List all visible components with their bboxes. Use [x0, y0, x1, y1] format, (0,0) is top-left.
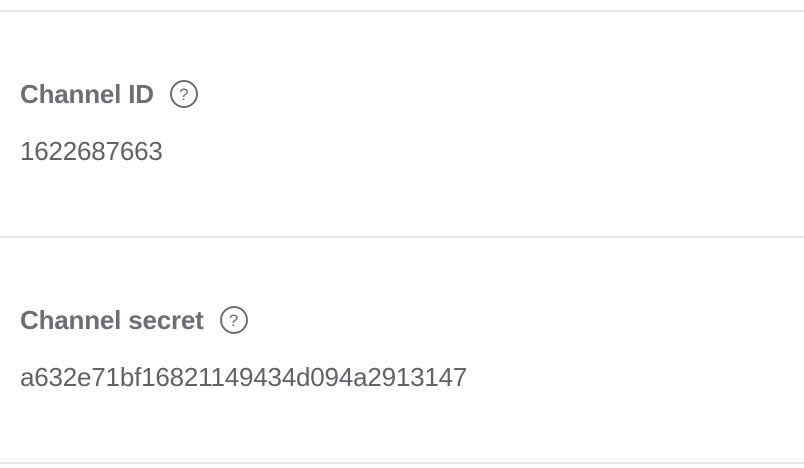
divider-middle	[0, 236, 804, 238]
channel-secret-value: a632e71bf16821149434d094a2913147	[20, 362, 468, 392]
channel-secret-label: Channel secret	[20, 305, 204, 335]
channel-settings-panel: Channel ID ? 1622687663 Channel secret ?…	[0, 0, 804, 468]
channel-secret-label-row: Channel secret ?	[20, 302, 780, 338]
question-circle-icon[interactable]: ?	[219, 306, 248, 334]
help-glyph: ?	[228, 310, 239, 330]
channel-id-section: Channel ID ? 1622687663	[20, 76, 780, 166]
divider-bottom	[0, 462, 804, 464]
divider-top	[0, 10, 804, 12]
channel-id-value: 1622687663	[20, 136, 163, 166]
channel-secret-section: Channel secret ? a632e71bf16821149434d09…	[20, 302, 780, 392]
help-glyph: ?	[179, 84, 189, 104]
channel-id-label-row: Channel ID ?	[20, 76, 780, 112]
question-circle-icon[interactable]: ?	[169, 80, 198, 108]
channel-id-label: Channel ID	[20, 79, 154, 109]
